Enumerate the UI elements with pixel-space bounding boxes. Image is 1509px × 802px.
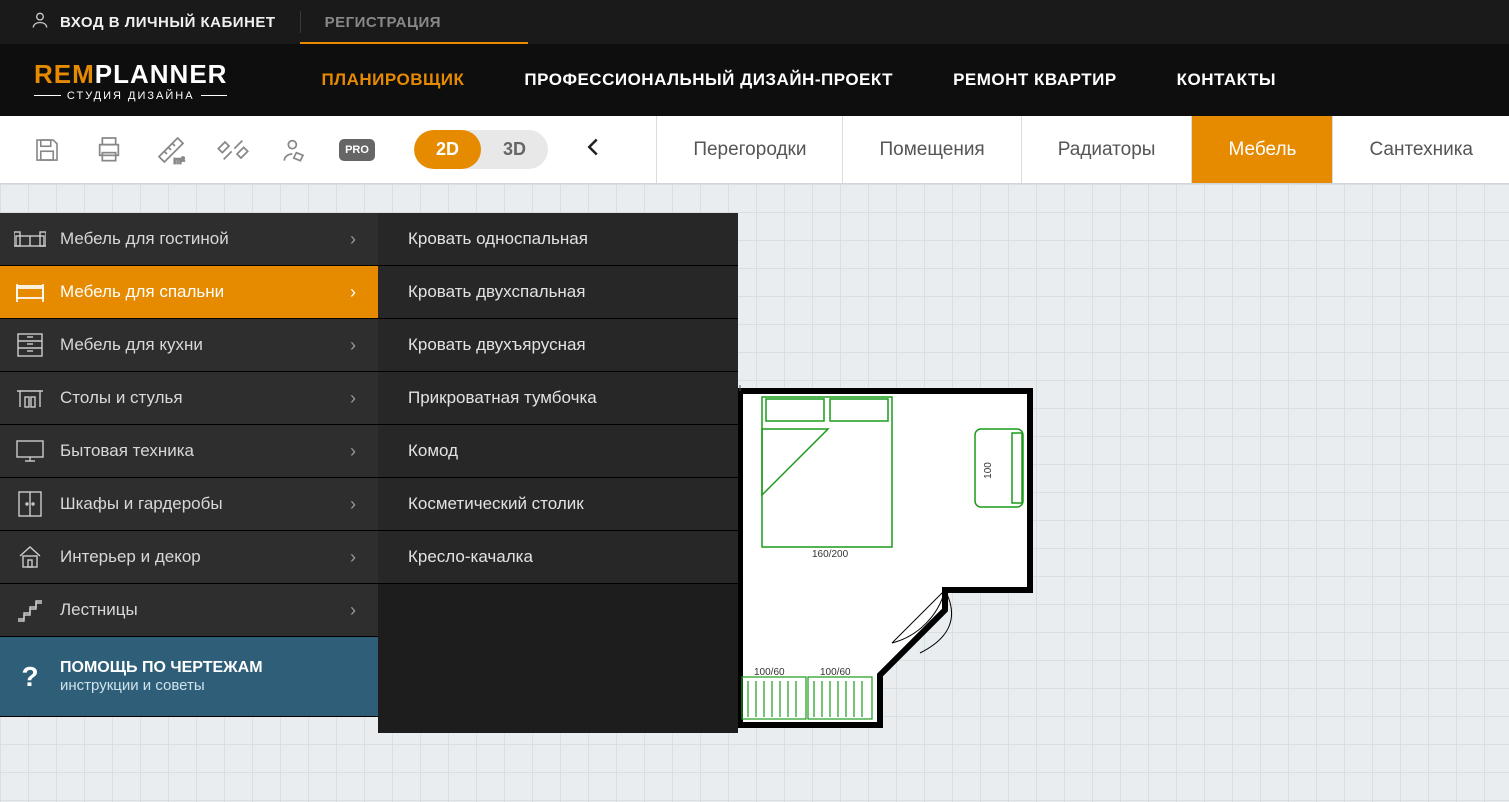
help-title: ПОМОЩЬ ПО ЧЕРТЕЖАМ (60, 659, 263, 677)
login-label: ВХОД В ЛИЧНЫЙ КАБИНЕТ (60, 14, 276, 31)
submenu-double-bed[interactable]: Кровать двухспальная (378, 266, 738, 319)
chevron-right-icon: › (328, 600, 378, 621)
tools-icon[interactable] (216, 133, 250, 167)
submenu-rocking-chair[interactable]: Кресло-качалка (378, 531, 738, 584)
svg-text:m²: m² (174, 155, 185, 165)
toolbar: m² PRO 2D 3D Перегородки Помещения Радиа… (0, 116, 1509, 184)
main-nav: REMPLANNER СТУДИЯ ДИЗАЙНА ПЛАНИРОВЩИК ПР… (0, 44, 1509, 116)
stairs-icon (0, 597, 60, 623)
pro-badge[interactable]: PRO (340, 133, 374, 167)
question-icon: ? (0, 661, 60, 693)
submenu-bunk-bed[interactable]: Кровать двухъярусная (378, 319, 738, 372)
help-drawings[interactable]: ? ПОМОЩЬ ПО ЧЕРТЕЖАМ инструкции и советы (0, 637, 378, 717)
register-label: РЕГИСТРАЦИЯ (325, 14, 441, 31)
logo-suffix: PLANNER (95, 59, 228, 89)
wardrobe2-dimension: 100/60 (820, 667, 851, 678)
tab-rooms[interactable]: Помещения (842, 116, 1020, 183)
dimension-toggle: 2D 3D (414, 130, 548, 169)
sofa-icon (0, 228, 60, 250)
wardrobe1-dimension: 100/60 (754, 667, 785, 678)
category-label: Мебель для спальни (60, 282, 328, 302)
category-label: Бытовая техника (60, 441, 328, 461)
auth-bar: ВХОД В ЛИЧНЫЙ КАБИНЕТ РЕГИСТРАЦИЯ (0, 0, 1509, 44)
chevron-right-icon: › (328, 494, 378, 515)
tab-walls[interactable]: Перегородки (656, 116, 842, 183)
table-icon (0, 387, 60, 409)
category-label: Мебель для гостиной (60, 229, 328, 249)
category-kitchen[interactable]: Мебель для кухни › (0, 319, 378, 372)
chevron-right-icon: › (328, 229, 378, 250)
tool-icons: m² PRO (0, 133, 404, 167)
drawer-icon (0, 332, 60, 358)
3d-button[interactable]: 3D (481, 130, 548, 169)
furniture-menu: Мебель для гостиной › Мебель для спальни… (0, 213, 738, 733)
floorplan[interactable]: 160/200 100 100/60 100/60 (720, 385, 1050, 740)
category-tables[interactable]: Столы и стулья › (0, 372, 378, 425)
nav-item-design[interactable]: ПРОФЕССИОНАЛЬНЫЙ ДИЗАЙН-ПРОЕКТ (524, 70, 893, 90)
monitor-icon (0, 439, 60, 463)
category-stairs[interactable]: Лестницы › (0, 584, 378, 637)
user-icon (30, 10, 50, 34)
category-tabs: Перегородки Помещения Радиаторы Мебель С… (656, 116, 1509, 183)
nav-item-planner[interactable]: ПЛАНИРОВЩИК (321, 70, 464, 90)
2d-button[interactable]: 2D (414, 130, 481, 169)
print-icon[interactable] (92, 133, 126, 167)
house-icon (0, 544, 60, 570)
category-label: Шкафы и гардеробы (60, 494, 328, 514)
category-decor[interactable]: Интерьер и декор › (0, 531, 378, 584)
submenu-vanity[interactable]: Косметический столик (378, 478, 738, 531)
register-link[interactable]: РЕГИСТРАЦИЯ (325, 14, 441, 31)
submenu-nightstand[interactable]: Прикроватная тумбочка (378, 372, 738, 425)
category-label: Мебель для кухни (60, 335, 328, 355)
expert-icon[interactable] (278, 133, 312, 167)
submenu-dresser[interactable]: Комод (378, 425, 738, 478)
logo-prefix: REM (34, 59, 95, 89)
chevron-right-icon: › (328, 335, 378, 356)
category-label: Лестницы (60, 600, 328, 620)
help-subtitle: инструкции и советы (60, 677, 263, 694)
chevron-right-icon: › (328, 282, 378, 303)
category-label: Столы и стулья (60, 388, 328, 408)
tab-plumbing[interactable]: Сантехника (1332, 116, 1509, 183)
chevron-right-icon: › (328, 388, 378, 409)
category-appliances[interactable]: Бытовая техника › (0, 425, 378, 478)
pro-badge-text: PRO (339, 139, 375, 161)
logo-tagline: СТУДИЯ ДИЗАЙНА (34, 90, 227, 102)
furniture-categories: Мебель для гостиной › Мебель для спальни… (0, 213, 378, 733)
submenu-single-bed[interactable]: Кровать односпальная (378, 213, 738, 266)
nav-item-repair[interactable]: РЕМОНТ КВАРТИР (953, 70, 1117, 90)
nav-items: ПЛАНИРОВЩИК ПРОФЕССИОНАЛЬНЫЙ ДИЗАЙН-ПРОЕ… (321, 70, 1276, 90)
prev-arrow[interactable] (568, 137, 618, 163)
category-bedroom[interactable]: Мебель для спальни › (0, 266, 378, 319)
tab-furniture[interactable]: Мебель (1191, 116, 1332, 183)
register-underline (300, 42, 528, 44)
category-wardrobes[interactable]: Шкафы и гардеробы › (0, 478, 378, 531)
category-label: Интерьер и декор (60, 547, 328, 567)
divider (300, 11, 301, 33)
nav-item-contacts[interactable]: КОНТАКТЫ (1177, 70, 1276, 90)
bed-icon (0, 280, 60, 304)
bed-dimension: 160/200 (812, 549, 848, 560)
closet-icon (0, 490, 60, 518)
measure-icon[interactable]: m² (154, 133, 188, 167)
save-icon[interactable] (30, 133, 64, 167)
logo[interactable]: REMPLANNER СТУДИЯ ДИЗАЙНА (0, 59, 261, 102)
login-link[interactable]: ВХОД В ЛИЧНЫЙ КАБИНЕТ (30, 10, 276, 34)
furniture-submenu: Кровать односпальная Кровать двухспальна… (378, 213, 738, 733)
chevron-right-icon: › (328, 547, 378, 568)
tab-radiators[interactable]: Радиаторы (1021, 116, 1192, 183)
chevron-right-icon: › (328, 441, 378, 462)
sofa-dimension: 100 (983, 462, 994, 479)
category-living-room[interactable]: Мебель для гостиной › (0, 213, 378, 266)
